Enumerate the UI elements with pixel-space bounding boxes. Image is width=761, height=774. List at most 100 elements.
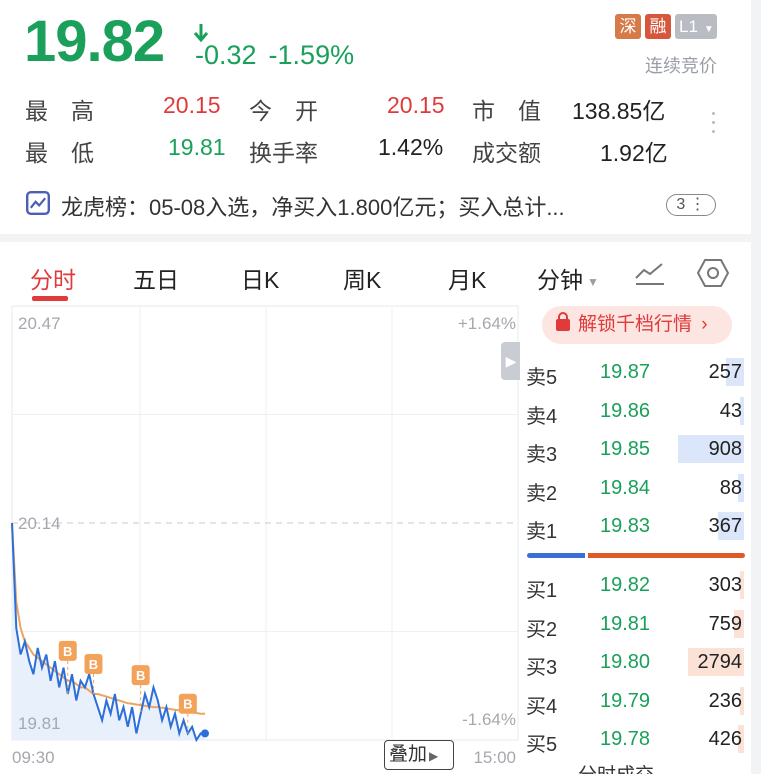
bid-row[interactable]: 买2 19.81 759 xyxy=(526,608,746,642)
level-name: 卖2 xyxy=(526,482,558,505)
level-price: 19.85 xyxy=(600,438,651,460)
bid-row[interactable]: 买5 19.78 426 xyxy=(526,723,746,757)
bid-row[interactable]: 买1 19.82 303 xyxy=(526,569,746,603)
ask-row[interactable]: 卖3 19.85 908 xyxy=(526,433,746,467)
low-value: 19.81 xyxy=(168,134,226,160)
tab-minute[interactable]: 分钟 ▼ xyxy=(537,261,599,295)
more-options-icon[interactable] xyxy=(712,112,718,139)
tick-trades-header: 分时成交 xyxy=(578,760,654,774)
collapse-panel-icon[interactable]: ▶ xyxy=(501,342,521,380)
turnover-value: 1.42% xyxy=(378,134,444,160)
chart-tabs: 分时 五日 日K 周K 月K 分钟 ▼ xyxy=(0,242,751,302)
play-icon: ▶ xyxy=(429,749,439,763)
level-price: 19.81 xyxy=(600,612,651,635)
level-name: 买1 xyxy=(526,580,558,602)
open-label: 今 开 xyxy=(249,98,318,124)
caret-down-icon: ▼ xyxy=(587,274,599,289)
level-price: 19.86 xyxy=(600,399,651,422)
buy-marker-label: B xyxy=(183,697,192,712)
bid-row[interactable]: 买4 19.79 236 xyxy=(526,685,746,719)
ask-row[interactable]: 卖1 19.83 367 xyxy=(526,510,746,544)
level-selector[interactable]: L1 ▼ xyxy=(675,14,717,39)
level-volume: 303 xyxy=(708,574,742,596)
dragon-tiger-count[interactable]: 3 ⋮ xyxy=(666,194,716,216)
level-name: 买5 xyxy=(526,734,558,756)
mktcap-label: 市 值 xyxy=(472,98,541,124)
level-volume: 759 xyxy=(708,612,742,635)
buy-marker-label: B xyxy=(89,657,98,672)
lock-icon xyxy=(556,312,570,331)
pct-axis-bottom-label: -1.64% xyxy=(462,710,516,729)
amount-label: 成交额 xyxy=(472,140,541,166)
level-volume: 236 xyxy=(708,689,742,712)
mktcap-value: 138.85亿 xyxy=(572,98,666,124)
caret-down-icon: ▼ xyxy=(703,24,714,35)
level-name: 买3 xyxy=(526,657,558,679)
high-label: 最 高 xyxy=(25,98,94,124)
last-price: 19.82 xyxy=(24,9,165,74)
overlay-label: 叠加 xyxy=(389,744,428,765)
market-badges: 深 融 L1 ▼ xyxy=(615,14,717,39)
dragon-tiger-summary[interactable]: 龙虎榜：05-08入选，净买入1.800亿元；买入总计... xyxy=(61,190,565,222)
y-axis-bottom-label: 19.81 xyxy=(18,714,61,733)
more-icon: ⋮ xyxy=(689,196,706,213)
tab-monthly-k[interactable]: 月K xyxy=(448,261,486,295)
buy-marker-label: B xyxy=(63,644,72,659)
ask-row[interactable]: 卖2 19.84 88 xyxy=(526,472,746,506)
level-name: 买2 xyxy=(526,618,558,641)
tab-five-day[interactable]: 五日 xyxy=(133,261,179,295)
level-price: 19.80 xyxy=(600,651,651,673)
y-axis-top-label: 20.47 xyxy=(18,314,61,333)
level-volume: 426 xyxy=(708,728,742,750)
overlay-button[interactable]: 叠加 ▶ xyxy=(384,740,454,770)
time-start-label: 09:30 xyxy=(12,748,55,767)
amount-value: 1.92亿 xyxy=(600,140,668,166)
pct-axis-top-label: +1.64% xyxy=(457,314,516,333)
auction-status: 连续竞价 xyxy=(645,56,717,76)
level-name: 卖5 xyxy=(526,367,558,389)
shenzhen-badge: 深 xyxy=(615,14,641,39)
bid-row[interactable]: 买3 19.80 2794 xyxy=(526,646,746,680)
chevron-right-icon: › xyxy=(701,314,708,335)
level-volume: 367 xyxy=(708,515,742,537)
level-price: 19.78 xyxy=(600,728,651,750)
level-name: 卖1 xyxy=(526,521,558,543)
level-name: 卖4 xyxy=(526,405,558,428)
level-volume: 43 xyxy=(719,399,742,422)
chart-line-icon xyxy=(26,191,50,215)
y-axis-mid-label: 20.14 xyxy=(18,514,61,533)
level-volume: 88 xyxy=(719,476,742,499)
level-volume: 257 xyxy=(708,361,742,383)
tab-intraday[interactable]: 分时 xyxy=(30,261,76,295)
dragon-tiger-count-value: 3 xyxy=(676,196,686,213)
time-end-label: 15:00 xyxy=(473,748,516,767)
current-price-dot xyxy=(201,729,209,738)
open-value: 20.15 xyxy=(387,92,445,118)
settings-hexagon-icon[interactable] xyxy=(696,258,730,288)
change-percent: -1.59% xyxy=(268,40,355,70)
price-change: -0.32 -1.59% xyxy=(195,40,354,71)
level-price: 19.79 xyxy=(600,689,651,712)
level-price: 19.87 xyxy=(600,361,651,383)
level-volume: 908 xyxy=(708,438,742,460)
tab-daily-k[interactable]: 日K xyxy=(241,261,279,295)
ask-row[interactable]: 卖4 19.86 43 xyxy=(526,395,746,429)
unlock-depth-button[interactable]: 解锁千档行情 › xyxy=(542,306,732,344)
tab-weekly-k[interactable]: 周K xyxy=(343,261,381,295)
trend-line-icon[interactable] xyxy=(634,260,666,286)
buy-marker-label: B xyxy=(136,668,145,683)
buy-sell-ratio-bar xyxy=(527,553,745,558)
unlock-label: 解锁千档行情 xyxy=(578,314,693,335)
high-value: 20.15 xyxy=(163,92,221,118)
change-value: -0.32 xyxy=(195,40,257,70)
intraday-chart[interactable]: B B B B 20.47 20.14 19.81 +1.64% -1.64% 09:… xyxy=(0,302,521,774)
active-tab-indicator xyxy=(32,296,68,301)
level-price: 19.84 xyxy=(600,476,651,499)
ask-row[interactable]: 卖5 19.87 257 xyxy=(526,356,746,390)
tab-minute-label: 分钟 xyxy=(537,267,583,293)
level-price: 19.83 xyxy=(600,515,651,537)
quote-card: 19.82 -0.32 -1.59% 深 融 L1 ▼ 连续竞价 最 高 20.15… xyxy=(0,0,751,234)
low-label: 最 低 xyxy=(25,140,94,166)
level-price: 19.82 xyxy=(600,574,651,596)
level-volume: 2794 xyxy=(697,651,743,673)
